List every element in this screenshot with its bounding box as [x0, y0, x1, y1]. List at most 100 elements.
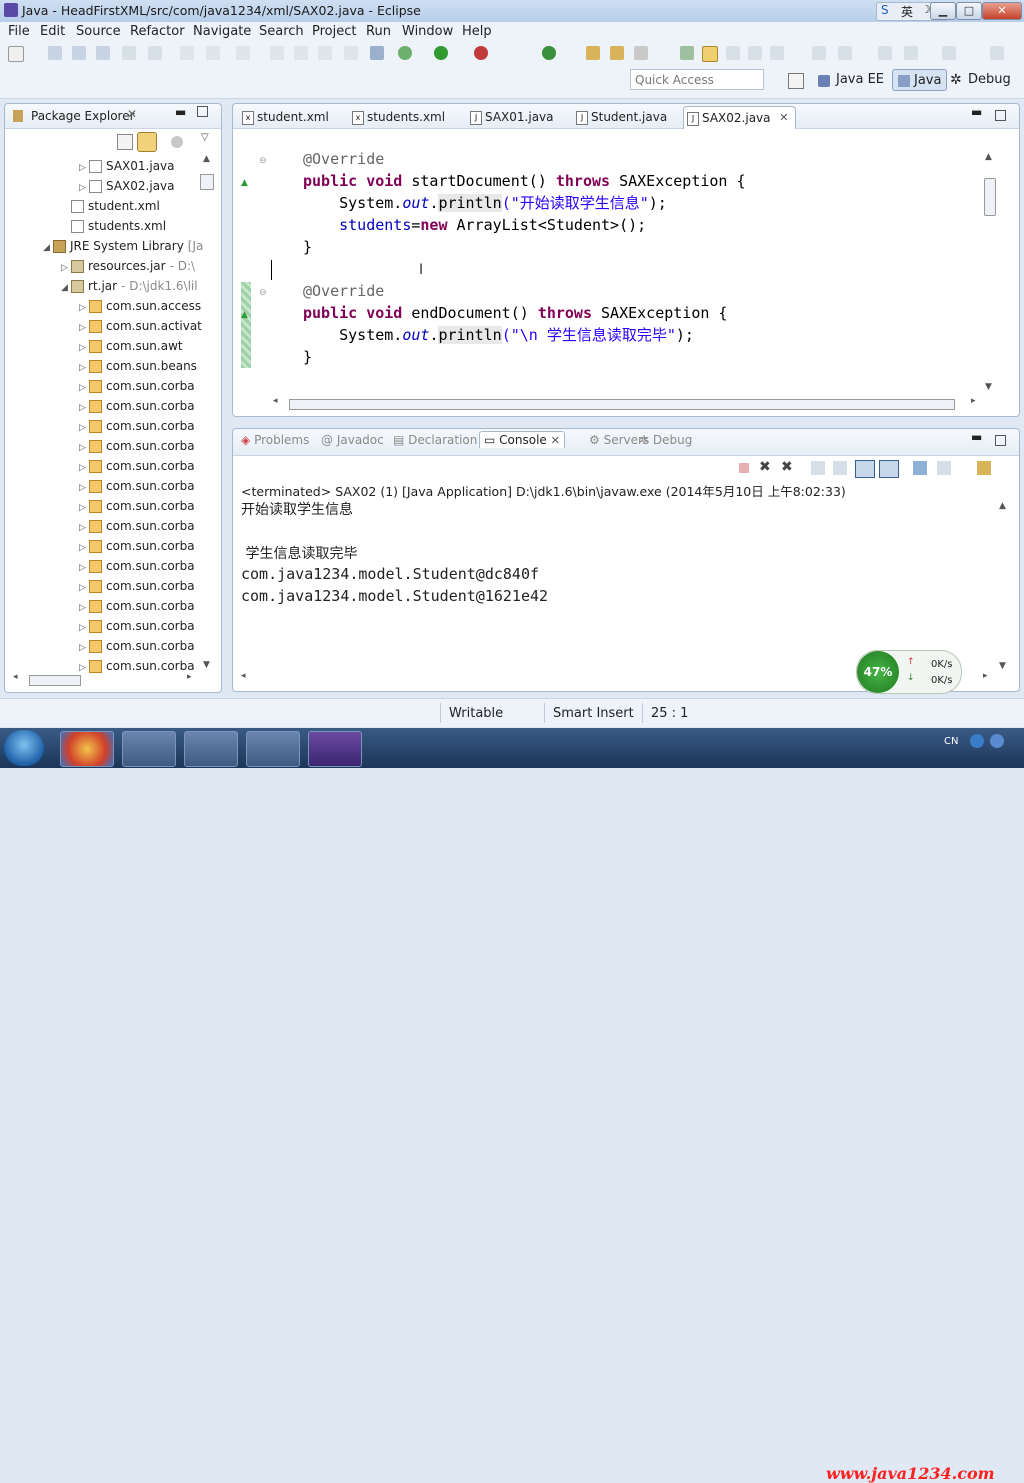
new-icon[interactable]: [8, 46, 24, 62]
tree-item[interactable]: ▷ com.sun.activat: [79, 316, 202, 336]
open-project-icon[interactable]: [610, 46, 624, 60]
tree-twisty-icon[interactable]: ▷: [79, 638, 89, 658]
maximize-console-icon[interactable]: [995, 435, 1006, 446]
menu-run[interactable]: Run: [366, 24, 391, 39]
fold-minus-icon[interactable]: ⊖: [259, 288, 267, 298]
suspend-icon[interactable]: [294, 46, 308, 60]
tree-item[interactable]: ◢ JRE System Library [Ja: [43, 236, 203, 256]
step-icon[interactable]: [270, 46, 284, 60]
tab-student-java[interactable]: J Student.java: [573, 106, 667, 128]
tree-item[interactable]: ▷ SAX01.java: [79, 156, 175, 176]
tree-twisty-icon[interactable]: ▷: [79, 538, 89, 558]
tree-twisty-icon[interactable]: ▷: [79, 378, 89, 398]
tree-item[interactable]: ◢ rt.jar - D:\jdk1.6\lil: [61, 276, 198, 296]
tree-item[interactable]: ▷ com.sun.corba: [79, 536, 195, 556]
close-tab-icon[interactable]: ✕: [779, 107, 788, 129]
tree-item[interactable]: ▷ com.sun.beans: [79, 356, 197, 376]
minimize-editor-icon[interactable]: ▬: [971, 105, 982, 119]
taskbar-recorder-icon[interactable]: [246, 731, 300, 767]
scroll-lock-icon[interactable]: [833, 461, 847, 475]
search-tool-icon[interactable]: [634, 46, 648, 60]
tree-twisty-icon[interactable]: ▷: [79, 358, 89, 378]
tree-item[interactable]: ▷ com.sun.corba: [79, 616, 195, 636]
tree-twisty-icon[interactable]: ▷: [79, 598, 89, 618]
taskbar-notepad-icon[interactable]: [184, 731, 238, 767]
close-console-icon[interactable]: ✕: [551, 434, 560, 447]
maximize-view-icon[interactable]: [197, 106, 208, 117]
menu-edit[interactable]: Edit: [40, 24, 65, 39]
tray-lang[interactable]: CN: [944, 736, 958, 747]
open-console-icon[interactable]: [977, 461, 991, 475]
scroll-down-arrow[interactable]: ▼: [203, 660, 210, 670]
tab-sax02-java[interactable]: J SAX02.java ✕: [683, 106, 796, 129]
tree-twisty-icon[interactable]: ▷: [61, 258, 71, 278]
code-line[interactable]: @Override: [303, 280, 384, 302]
show-whitespace-icon[interactable]: [770, 46, 784, 60]
back-icon[interactable]: [904, 46, 918, 60]
scroll-up-arrow[interactable]: ▲: [999, 501, 1006, 511]
tree-twisty-icon[interactable]: ▷: [79, 298, 89, 318]
print-icon[interactable]: [96, 46, 110, 60]
skip-breakpoints-icon[interactable]: [370, 46, 384, 60]
network-speed-widget[interactable]: 47% ↑ 0K/s ↓ 0K/s: [856, 650, 962, 694]
tree-twisty-icon[interactable]: ◢: [61, 278, 71, 298]
menu-navigate[interactable]: Navigate: [193, 24, 251, 39]
tree-item[interactable]: ▷ com.sun.corba: [79, 496, 195, 516]
show-stdout-icon[interactable]: [855, 460, 875, 478]
scroll-down-arrow[interactable]: ▼: [999, 661, 1006, 671]
perspective-java[interactable]: Java: [892, 69, 948, 91]
tree-twisty-icon[interactable]: ▷: [79, 438, 89, 458]
tree-twisty-icon[interactable]: ▷: [79, 338, 89, 358]
tray-question-icon[interactable]: [990, 734, 1004, 748]
tree-twisty-icon[interactable]: ▷: [79, 498, 89, 518]
tree-item[interactable]: ▷ com.sun.access: [79, 296, 201, 316]
tree-twisty-icon[interactable]: ▷: [79, 518, 89, 538]
perspective-debug[interactable]: Debug: [968, 72, 1011, 87]
open-folder-icon[interactable]: [586, 46, 600, 60]
fold-minus-icon[interactable]: ⊖: [259, 156, 267, 166]
tray-help-icon[interactable]: [970, 734, 984, 748]
minimize-button[interactable]: ▁: [930, 2, 956, 20]
scroll-right-arrow[interactable]: ▸: [983, 671, 988, 681]
save-icon[interactable]: [48, 46, 62, 60]
display-console-icon[interactable]: [937, 461, 951, 475]
open-task-icon[interactable]: [148, 46, 162, 60]
tree-item[interactable]: ▷ com.sun.corba: [79, 576, 195, 596]
remove-all-icon[interactable]: ✖: [781, 459, 793, 475]
tree-scroll-thumb[interactable]: [200, 174, 214, 190]
code-line[interactable]: public void startDocument() throws SAXEx…: [303, 170, 746, 192]
open-type-icon[interactable]: [122, 46, 136, 60]
maximize-editor-icon[interactable]: [995, 110, 1006, 121]
tree-twisty-icon[interactable]: ▷: [79, 178, 89, 198]
tab-console[interactable]: ▭ Console ✕: [479, 431, 565, 448]
tree-vertical-scrollbar[interactable]: ▲ ▼: [200, 154, 214, 670]
show-stderr-icon[interactable]: [879, 460, 899, 478]
save-all-icon[interactable]: [72, 46, 86, 60]
close-view-icon[interactable]: ✕: [127, 107, 137, 121]
debug-icon[interactable]: [398, 46, 412, 60]
menu-help[interactable]: Help: [462, 24, 492, 39]
tree-twisty-icon[interactable]: ▷: [79, 158, 89, 178]
tree-twisty-icon[interactable]: ▷: [79, 398, 89, 418]
disconnect-icon[interactable]: [344, 46, 358, 60]
tree-item[interactable]: students.xml: [61, 216, 166, 236]
tree-item[interactable]: ▷ com.sun.corba: [79, 516, 195, 536]
scroll-up-arrow[interactable]: ▲: [203, 154, 210, 164]
pin-console-icon[interactable]: [913, 461, 927, 475]
tab-javadoc[interactable]: @ Javadoc: [321, 433, 384, 447]
tab-sax01-java[interactable]: J SAX01.java: [467, 106, 554, 128]
tree-item[interactable]: ▷ com.sun.awt: [79, 336, 183, 356]
scroll-right-arrow[interactable]: ▸: [971, 396, 976, 406]
scroll-down-arrow[interactable]: ▼: [985, 382, 992, 392]
maximize-button[interactable]: □: [956, 2, 982, 20]
scroll-left-arrow[interactable]: ◂: [273, 396, 278, 406]
remove-launch-icon[interactable]: ✖: [759, 459, 771, 475]
tree-twisty-icon[interactable]: ▷: [79, 478, 89, 498]
editor-vertical-scrollbar[interactable]: ▲ ▼: [984, 152, 996, 392]
open-perspective-icon[interactable]: [788, 73, 804, 89]
menu-refactor[interactable]: Refactor: [130, 24, 185, 39]
block-selection-icon[interactable]: [748, 46, 762, 60]
annotation-icon[interactable]: [726, 46, 740, 60]
editor-horizontal-scrollbar[interactable]: ◂ ▸: [273, 396, 977, 410]
taskbar-app-icon[interactable]: [60, 731, 114, 767]
